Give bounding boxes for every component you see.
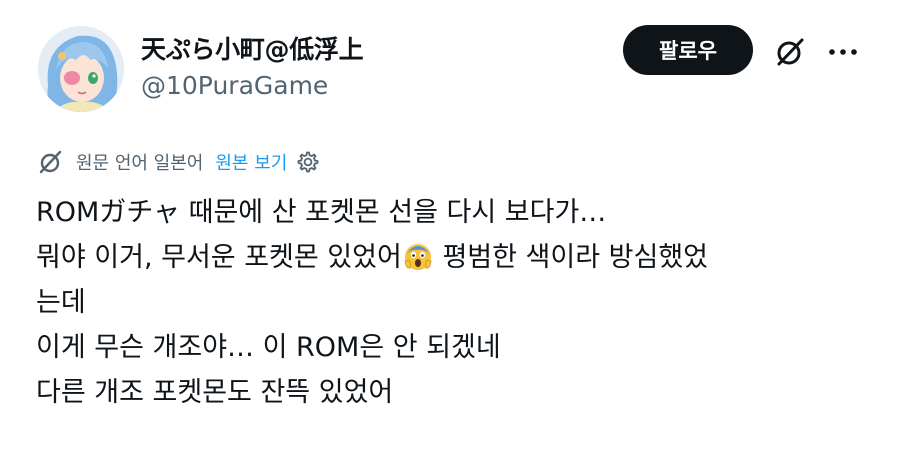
tweet-line-segment: 평범한 색이라 방심했었	[442, 242, 709, 273]
tweet-line: 다른 개조 포켓몬도 잔뜩 있었어	[36, 377, 394, 408]
translation-note: 원문 언어 일본어	[76, 153, 204, 174]
more-dots-icon[interactable]	[822, 32, 864, 72]
author-handle[interactable]: @10PuraGame	[141, 71, 328, 100]
tweet-detail: 天ぷら小町@低浮上 @10PuraGame 팔로우 원문 언어 일본어 원본 보…	[0, 0, 900, 460]
tweet-text: ROMガチャ 때문에 산 포켓몬 선을 다시 보다가… 뭐야 이거, 무서운 포…	[36, 190, 876, 415]
grok-icon[interactable]	[770, 32, 810, 72]
gear-icon[interactable]	[293, 148, 321, 176]
avatar[interactable]	[38, 26, 124, 112]
follow-button[interactable]: 팔로우	[623, 25, 753, 75]
tweet-line-segment: 뭐야 이거, 무서운 포켓몬 있었어	[36, 242, 402, 273]
screaming-face-emoji-icon	[403, 240, 433, 270]
tweet-line-with-emoji: 뭐야 이거, 무서운 포켓몬 있었어 평범한 색이라 방심했었	[36, 235, 876, 280]
tweet-line: ROMガチャ 때문에 산 포켓몬 선을 다시 보다가…	[36, 197, 607, 228]
tweet-line: 이게 무슨 개조야… 이 ROM은 안 되겠네	[36, 332, 501, 363]
translate-icon	[36, 147, 66, 177]
translation-bar: 원문 언어 일본어 원본 보기	[36, 146, 321, 178]
anime-avatar-icon	[38, 26, 124, 112]
tweet-line: 는데	[36, 287, 86, 318]
author-display-name[interactable]: 天ぷら小町@低浮上	[141, 30, 364, 66]
show-original-link[interactable]: 원본 보기	[215, 149, 287, 175]
